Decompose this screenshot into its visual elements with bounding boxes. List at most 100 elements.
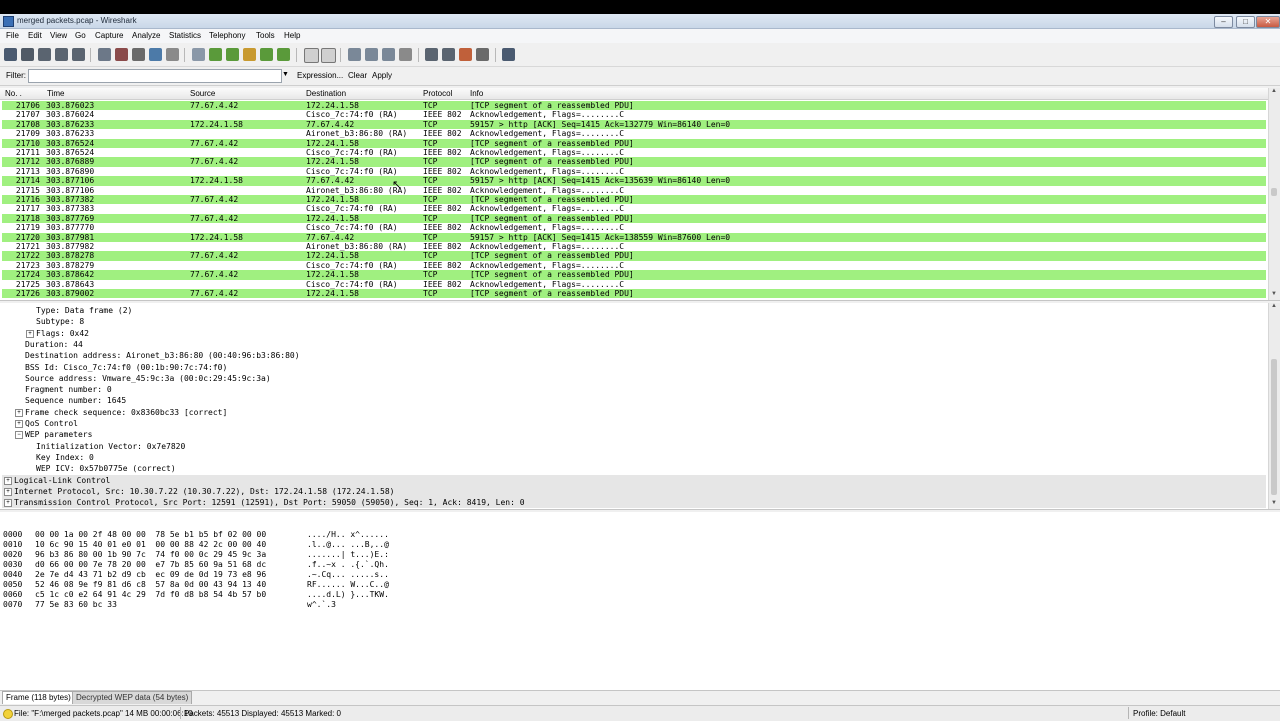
packet-list-scroll-thumb[interactable]: [1271, 188, 1277, 196]
details-scroll-up-icon[interactable]: ▲: [1271, 303, 1277, 309]
menu-edit[interactable]: Edit: [28, 31, 42, 40]
reload-icon[interactable]: [149, 48, 162, 61]
hex-ascii[interactable]: ..../H.. x^......: [307, 530, 389, 540]
menu-statistics[interactable]: Statistics: [169, 31, 201, 40]
packet-row[interactable]: 21726 303.879002 77.67.4.42 172.24.1.58 TCP […: [2, 289, 1266, 299]
detail-item[interactable]: BSS Id: Cisco_7c:74:f0 (00:1b:90:7c:74:f…: [25, 362, 227, 373]
go-to-packet-icon[interactable]: [243, 48, 256, 61]
col-destination[interactable]: Destination: [306, 89, 346, 98]
menu-view[interactable]: View: [50, 31, 67, 40]
expression-button[interactable]: Expression...: [297, 71, 343, 80]
start-capture-icon[interactable]: [38, 48, 51, 61]
expand-icon[interactable]: +: [4, 499, 12, 508]
menu-help[interactable]: Help: [284, 31, 300, 40]
packet-row[interactable]: 21724 303.878642 77.67.4.42 172.24.1.58 TCP […: [2, 270, 1266, 280]
details-scroll-down-icon[interactable]: ▼: [1271, 500, 1277, 506]
hex-offset[interactable]: 0060: [3, 590, 22, 600]
expert-info-icon[interactable]: [3, 709, 13, 719]
detail-item[interactable]: Subtype: 8: [36, 316, 84, 327]
detail-item[interactable]: Key Index: 0: [36, 452, 94, 463]
hex-offset[interactable]: 0030: [3, 560, 22, 570]
packet-row[interactable]: 21719 303.877770 Cisco_7c:74:f0 (RA) IEEE 8…: [2, 223, 1266, 233]
capture-filters-icon[interactable]: [425, 48, 438, 61]
hex-ascii[interactable]: .l..@... ...B,..@: [307, 540, 389, 550]
expand-icon[interactable]: +: [15, 420, 23, 428]
menu-analyze[interactable]: Analyze: [132, 31, 160, 40]
packet-row[interactable]: 21712 303.876889 77.67.4.42 172.24.1.58 TCP […: [2, 157, 1266, 167]
detail-item[interactable]: Transmission Control Protocol, Src Port:…: [14, 497, 525, 508]
hex-offset[interactable]: 0070: [3, 600, 22, 610]
menu-telephony[interactable]: Telephony: [209, 31, 245, 40]
packet-row[interactable]: 21723 303.878279 Cisco_7c:74:f0 (RA) IEEE 8…: [2, 260, 1266, 271]
details-scroll-thumb[interactable]: [1271, 359, 1277, 495]
colorize-icon[interactable]: [304, 48, 319, 63]
resize-columns-icon[interactable]: [399, 48, 412, 61]
packet-row[interactable]: 21711 303.876524 Cisco_7c:74:f0 (RA) IEEE 8…: [2, 148, 1266, 158]
detail-item[interactable]: Sequence number: 1645: [25, 395, 126, 406]
details-scrollbar[interactable]: ▲ ▼: [1268, 303, 1280, 509]
menu-go[interactable]: Go: [75, 31, 86, 40]
packet-row[interactable]: 21717 303.877383 Cisco_7c:74:f0 (RA) IEEE 8…: [2, 204, 1266, 214]
preferences-icon[interactable]: [476, 48, 489, 61]
hex-bytes[interactable]: 77 5e 83 60 bc 33: [35, 600, 117, 610]
hex-bytes[interactable]: 00 00 1a 00 2f 48 00 00 78 5e b1 b5 bf 0…: [35, 530, 266, 540]
detail-item[interactable]: QoS Control: [25, 418, 78, 429]
detail-item[interactable]: Internet Protocol, Src: 10.30.7.22 (10.3…: [14, 486, 395, 497]
go-forward-icon[interactable]: [226, 48, 239, 61]
hex-offset[interactable]: 0000: [3, 530, 22, 540]
detail-item[interactable]: Source address: Vmware_45:9c:3a (00:0c:2…: [25, 373, 271, 384]
packet-row[interactable]: 21706 303.876023 77.67.4.42 172.24.1.58 TCP […: [2, 101, 1266, 111]
tab-decrypted-wep[interactable]: Decrypted WEP data (54 bytes): [72, 691, 193, 704]
packet-row[interactable]: 21720 303.877981 172.24.1.58 77.67.4.42 TCP 5…: [2, 232, 1266, 242]
normal-size-icon[interactable]: [382, 48, 395, 61]
print-icon[interactable]: [166, 48, 179, 61]
detail-item[interactable]: Frame check sequence: 0x8360bc33 [correc…: [25, 407, 227, 418]
hex-offset[interactable]: 0010: [3, 540, 22, 550]
hex-ascii[interactable]: ....d.L) }...TKW.: [307, 590, 389, 600]
packet-list-scrollbar[interactable]: ▲ ▼: [1268, 88, 1280, 300]
hex-ascii[interactable]: RF...... W...C..@: [307, 580, 389, 590]
help-icon[interactable]: [502, 48, 515, 61]
last-packet-icon[interactable]: [277, 48, 290, 61]
zoom-out-icon[interactable]: [365, 48, 378, 61]
expand-icon[interactable]: +: [26, 329, 34, 338]
scroll-up-icon[interactable]: ▲: [1271, 88, 1277, 94]
zoom-in-icon[interactable]: [348, 48, 361, 61]
find-packet-icon[interactable]: [192, 48, 205, 61]
detail-item[interactable]: Duration: 44: [25, 339, 83, 350]
detail-item[interactable]: WEP parameters: [25, 429, 92, 440]
stop-capture-icon[interactable]: [55, 48, 68, 61]
hex-bytes[interactable]: c5 1c c0 e2 64 91 4c 29 7d f0 d8 b8 54 4…: [35, 590, 266, 600]
maximize-icon[interactable]: □: [1236, 16, 1255, 28]
col-info[interactable]: Info: [470, 89, 483, 98]
clear-button[interactable]: Clear: [348, 71, 367, 80]
hex-offset[interactable]: 0040: [3, 570, 22, 580]
packet-row[interactable]: 21709 303.876233 Aironet_b3:86:80 (RA) IEEE…: [2, 129, 1266, 139]
packet-row[interactable]: 21710 303.876524 77.67.4.42 172.24.1.58 TCP […: [2, 138, 1266, 148]
open-file-icon[interactable]: [98, 48, 111, 61]
detail-item[interactable]: Destination address: Aironet_b3:86:80 (0…: [25, 350, 300, 361]
apply-button[interactable]: Apply: [372, 71, 392, 80]
hex-ascii[interactable]: .......| t...)E.:: [307, 550, 389, 560]
packet-row[interactable]: 21716 303.877382 77.67.4.42 172.24.1.58 TCP […: [2, 195, 1266, 205]
detail-item[interactable]: Flags: 0x42: [36, 328, 89, 339]
menu-file[interactable]: File: [6, 31, 19, 40]
collapse-icon[interactable]: −: [15, 431, 23, 440]
restart-capture-icon[interactable]: [72, 48, 85, 61]
hex-offset[interactable]: 0050: [3, 580, 22, 590]
packet-row[interactable]: 21708 303.876233 172.24.1.58 77.67.4.42 TCP 5…: [2, 119, 1266, 130]
auto-scroll-icon[interactable]: [321, 48, 336, 63]
status-profile[interactable]: Profile: Default: [1133, 709, 1185, 718]
detail-item[interactable]: Initialization Vector: 0x7e7820: [36, 441, 185, 452]
close-icon[interactable]: ✕: [1256, 16, 1280, 28]
hex-bytes[interactable]: 10 6c 90 15 40 01 e0 01 00 00 88 42 2c 0…: [35, 540, 266, 550]
packet-row[interactable]: 21721 303.877982 Aironet_b3:86:80 (RA) IEEE…: [2, 242, 1266, 252]
filter-input[interactable]: [28, 69, 282, 83]
scroll-down-icon[interactable]: ▼: [1271, 291, 1277, 297]
col-source[interactable]: Source: [190, 89, 215, 98]
coloring-rules-icon[interactable]: [459, 48, 472, 61]
detail-item[interactable]: Type: Data frame (2): [36, 305, 132, 316]
close-file-icon[interactable]: [132, 48, 145, 61]
hex-offset[interactable]: 0020: [3, 550, 22, 560]
detail-item[interactable]: Fragment number: 0: [25, 384, 112, 395]
